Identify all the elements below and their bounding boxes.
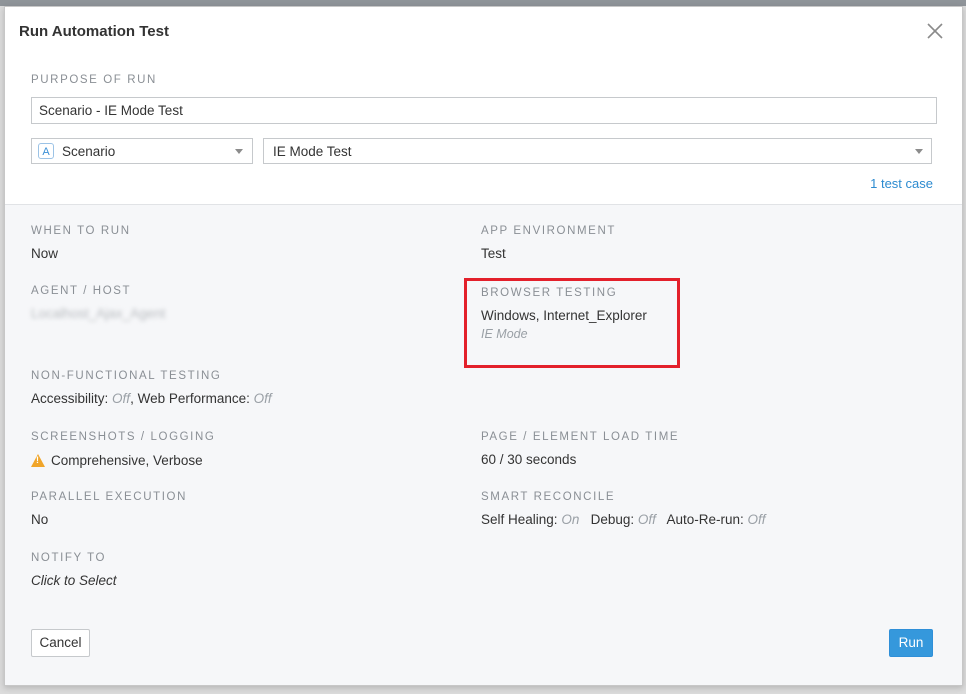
type-select-value: Scenario xyxy=(62,144,116,159)
screenshots-logging-field[interactable]: SCREENSHOTS / LOGGING Comprehensive, Ver… xyxy=(31,431,215,468)
when-to-run-value: Now xyxy=(31,246,59,261)
run-button[interactable]: Run xyxy=(889,629,933,657)
browser-testing-value: Windows, Internet_Explorer xyxy=(481,308,647,323)
non-functional-label: NON-FUNCTIONAL TESTING xyxy=(31,370,222,382)
app-environment-label: APP ENVIRONMENT xyxy=(481,225,616,237)
notify-to-field[interactable]: NOTIFY TO Click to Select xyxy=(31,552,117,588)
scenario-select[interactable]: IE Mode Test xyxy=(263,138,932,164)
agent-host-label: AGENT / HOST xyxy=(31,285,132,297)
non-functional-field[interactable]: NON-FUNCTIONAL TESTING Accessibility: Of… xyxy=(31,370,272,406)
self-healing-value: On xyxy=(561,512,580,527)
debug-value: Off xyxy=(637,512,656,527)
when-to-run-field[interactable]: WHEN TO RUN Now xyxy=(31,225,131,261)
screenshots-logging-value: Comprehensive, Verbose xyxy=(51,453,203,468)
browser-mode: IE Mode xyxy=(481,327,528,341)
close-icon[interactable] xyxy=(925,21,945,41)
accessibility-value: Off xyxy=(112,391,131,406)
cancel-button[interactable]: Cancel xyxy=(31,629,90,657)
smart-reconcile-field[interactable]: SMART RECONCILE Self Healing: On Debug: … xyxy=(481,491,766,527)
screenshots-logging-label: SCREENSHOTS / LOGGING xyxy=(31,431,216,443)
parallel-execution-field[interactable]: PARALLEL EXECUTION No xyxy=(31,491,187,527)
app-environment-field[interactable]: APP ENVIRONMENT Test xyxy=(481,225,616,261)
warning-icon xyxy=(31,454,45,467)
scenario-select-value: IE Mode Test xyxy=(273,144,352,159)
agent-host-value: Localhost_Ajax_Agent xyxy=(31,306,166,321)
run-automation-dialog: Run Automation Test PURPOSE OF RUN A Sce… xyxy=(4,6,963,686)
test-case-count-link[interactable]: 1 test case xyxy=(870,176,933,191)
notify-to-label: NOTIFY TO xyxy=(31,552,107,564)
browser-testing-field[interactable]: BROWSER TESTING Windows, Internet_Explor… xyxy=(481,287,647,341)
separator: , xyxy=(130,391,134,406)
load-time-label: PAGE / ELEMENT LOAD TIME xyxy=(481,431,680,443)
type-select[interactable]: A Scenario xyxy=(31,138,253,164)
smart-reconcile-label: SMART RECONCILE xyxy=(481,491,616,503)
notify-to-select[interactable]: Click to Select xyxy=(31,573,117,588)
run-settings-panel: WHEN TO RUN Now APP ENVIRONMENT Test AGE… xyxy=(5,204,962,685)
scenario-type-icon: A xyxy=(38,143,54,159)
web-performance-value: Off xyxy=(253,391,272,406)
load-time-field[interactable]: PAGE / ELEMENT LOAD TIME 60 / 30 seconds xyxy=(481,431,679,467)
chevron-down-icon xyxy=(235,149,243,154)
purpose-input[interactable] xyxy=(31,97,937,124)
load-time-value: 60 / 30 seconds xyxy=(481,452,577,467)
parallel-execution-value: No xyxy=(31,512,49,527)
auto-rerun-value: Off xyxy=(747,512,766,527)
debug-label: Debug: xyxy=(590,512,635,527)
web-performance-label: Web Performance: xyxy=(137,391,250,406)
chevron-down-icon xyxy=(915,149,923,154)
browser-testing-label: BROWSER TESTING xyxy=(481,287,618,299)
parallel-execution-label: PARALLEL EXECUTION xyxy=(31,491,187,503)
app-environment-value: Test xyxy=(481,246,506,261)
dialog-title: Run Automation Test xyxy=(19,23,169,40)
auto-rerun-label: Auto-Re-run: xyxy=(666,512,744,527)
agent-host-field[interactable]: AGENT / HOST Localhost_Ajax_Agent xyxy=(31,285,165,321)
self-healing-label: Self Healing: xyxy=(481,512,558,527)
when-to-run-label: WHEN TO RUN xyxy=(31,225,131,237)
accessibility-label: Accessibility: xyxy=(31,391,109,406)
purpose-label: PURPOSE OF RUN xyxy=(31,74,157,86)
